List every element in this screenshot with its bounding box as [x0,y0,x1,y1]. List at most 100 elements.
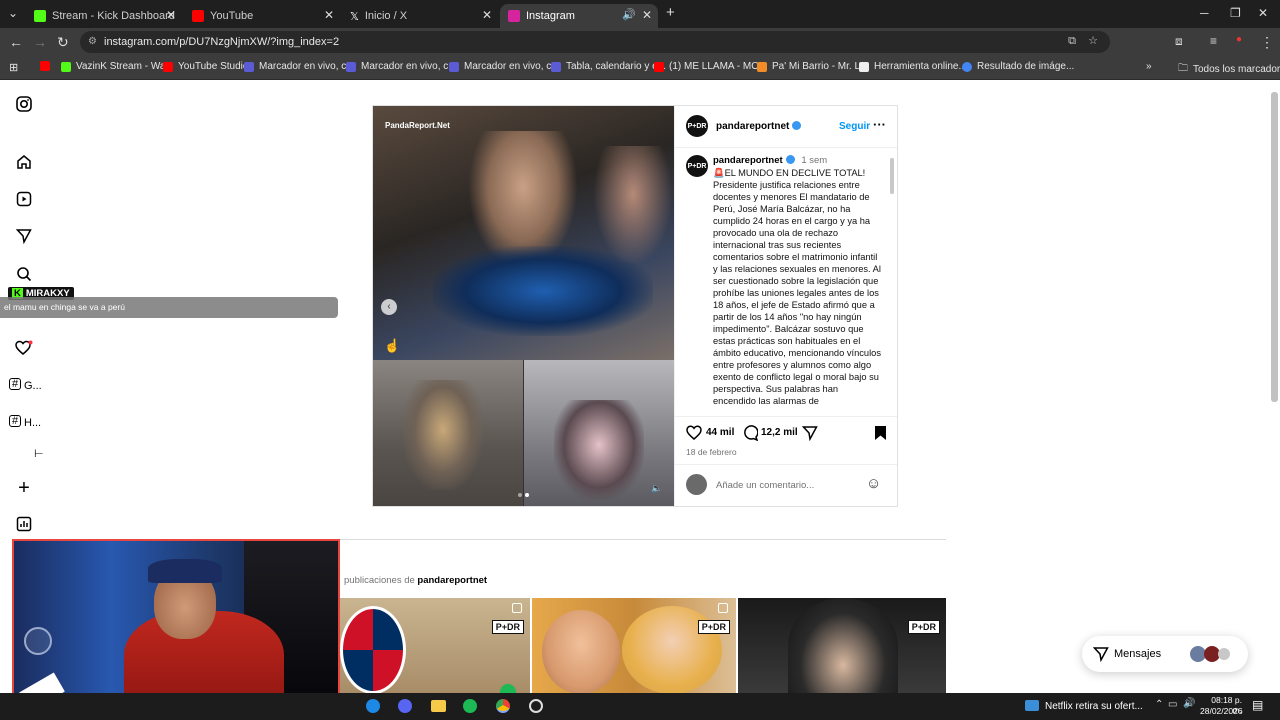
notifications-icon[interactable] [15,340,33,358]
search-icon[interactable] [15,266,33,284]
tab-instagram[interactable]: Instagram 🔊 ✕ [500,4,658,28]
speaker-icon[interactable]: 🔊 [622,8,636,21]
sidebar-item-h[interactable]: H... [24,417,41,429]
messages-button[interactable]: Mensajes [1082,636,1248,672]
page-scrollbar[interactable] [1271,92,1278,402]
obs-icon[interactable] [529,699,543,713]
youtube-icon [192,10,204,22]
post-thumbnail[interactable]: P+DR [532,598,736,694]
follow-button[interactable]: Seguir [839,121,870,132]
news-icon[interactable] [1025,700,1039,711]
more-bookmarks-icon[interactable]: » [1146,61,1152,72]
close-icon[interactable]: ✕ [166,8,176,22]
close-icon[interactable]: ✕ [324,8,334,22]
media-icon[interactable]: ≡ [1210,34,1217,48]
sidebar-item-g[interactable]: G... [24,380,42,392]
reels-icon[interactable] [15,191,33,209]
logo-image [24,627,52,655]
post-thumbnail[interactable]: P+DR [340,598,530,694]
install-icon[interactable]: ⧉ [1068,35,1076,48]
tab-x[interactable]: 𝕏 Inicio / X ✕ [342,4,498,28]
edge-icon[interactable] [366,699,380,713]
apps-icon[interactable]: ⊞ [9,61,18,74]
create-icon[interactable]: + [15,478,33,498]
scrollbar[interactable] [890,158,894,194]
flag-image [340,606,406,694]
share-icon[interactable] [801,425,818,444]
bookmark-label: VazinK Stream - Wa... [76,61,174,72]
bookmark-item[interactable]: 🗀 Todos los marcadores [1178,61,1280,78]
bookmark-star-icon[interactable]: ☆ [1088,34,1098,47]
notification-center-icon[interactable]: ▤ [1252,698,1263,712]
reload-icon[interactable]: ↻ [57,34,69,51]
folder-icon[interactable] [431,700,446,712]
chrome-icon[interactable] [496,699,510,713]
comment-icon[interactable] [742,425,759,444]
home-icon[interactable] [15,154,33,172]
score-icon [346,61,356,72]
new-tab-button[interactable]: + [666,4,675,21]
avatar [1218,648,1230,660]
avatar[interactable]: P+DR [686,155,708,177]
tool-icon [859,61,869,72]
post-media[interactable]: PandaReport.Net ‹ ☝ 🔈 [373,106,674,506]
more-options-icon[interactable]: ··· [873,117,886,132]
dashboard-icon[interactable] [15,516,33,534]
bookmark-item[interactable]: Pa' Mi Barrio - Mr. L... [757,61,868,72]
tab-youtube[interactable]: YouTube ✕ [184,4,340,28]
save-icon[interactable] [874,425,887,444]
bookmark-item[interactable] [40,61,55,71]
more-posts-user[interactable]: pandareportnet [417,575,487,586]
menu-icon[interactable]: ⋮ [1260,34,1274,51]
discord-icon[interactable] [398,699,412,713]
bookmark-item[interactable]: Marcador en vivo, c... [244,61,355,72]
send-icon[interactable] [15,228,33,246]
folder-icon: 🗀 [1178,63,1188,74]
bookmark-item[interactable]: VazinK Stream - Wa... [61,61,174,72]
minimize-button[interactable]: ─ [1200,6,1209,20]
audio-icon[interactable]: 🔈 [651,483,662,494]
tab-label: YouTube [210,10,254,22]
url-input[interactable]: ⚙ instagram.com/p/DU7NzgNjmXW/?img_index… [80,31,1110,53]
bookmark-item[interactable]: (1) ME LLAMA - MO... [654,61,767,72]
close-icon[interactable]: ✕ [642,8,652,22]
bookmark-item[interactable]: Tabla, calendario y e... [551,61,666,72]
spotify-icon[interactable] [463,699,477,713]
network-icon[interactable]: ▭ [1168,699,1177,710]
username: pandareportnet [716,121,790,132]
like-icon[interactable] [686,425,702,443]
bookmark-item[interactable]: Marcador en vivo, c... [449,61,560,72]
clock-date[interactable]: 28/02/2026 [1200,706,1243,716]
bookmark-item[interactable]: Resultado de imáge... [962,61,1074,72]
avatar[interactable]: P+DR [686,115,708,137]
back-icon[interactable]: ← [9,34,23,50]
prev-image-button[interactable]: ‹ [381,299,397,315]
bookmark-item[interactable]: Marcador en vivo, c... [346,61,457,72]
bookmark-label: (1) ME LLAMA - MO... [669,61,768,72]
caption-username[interactable]: pandareportnet [713,155,783,166]
taskbar-notification[interactable]: Netflix retira su ofert... [1045,701,1143,712]
bookmark-item[interactable]: Herramienta online... [859,61,967,72]
comment-input[interactable]: Añade un comentario... [716,480,814,491]
volume-icon[interactable]: 🔊 [1183,698,1195,709]
site-info-icon[interactable]: ⚙ [88,36,97,47]
post-header-user[interactable]: pandareportnet [716,121,802,132]
bookmark-item[interactable]: YouTube Studio [163,61,248,72]
kick-icon [34,10,46,22]
extensions-icon[interactable]: ⧈ [1175,34,1183,49]
instagram-logo-icon[interactable] [15,96,33,114]
forward-icon[interactable]: → [33,34,47,50]
close-window-button[interactable]: ✕ [1258,6,1268,20]
bookmark-label: Herramienta online... [874,61,967,72]
post-thumbnail[interactable]: P+DR [738,598,946,694]
tab-kick[interactable]: Stream - Kick Dashboard ✕ [26,4,182,28]
streamer-cap [148,559,222,583]
tray-chevron-icon[interactable]: ⌃ [1155,699,1163,710]
carousel-icon [718,603,728,613]
tab-search-icon[interactable]: ⌄ [8,6,18,20]
close-icon[interactable]: ✕ [482,8,492,22]
profile-icon[interactable]: ● [1236,34,1242,45]
emoji-icon[interactable]: ☺ [866,475,881,492]
maximize-button[interactable]: ❐ [1230,6,1241,20]
mouse-cursor: ☝ [384,338,401,353]
